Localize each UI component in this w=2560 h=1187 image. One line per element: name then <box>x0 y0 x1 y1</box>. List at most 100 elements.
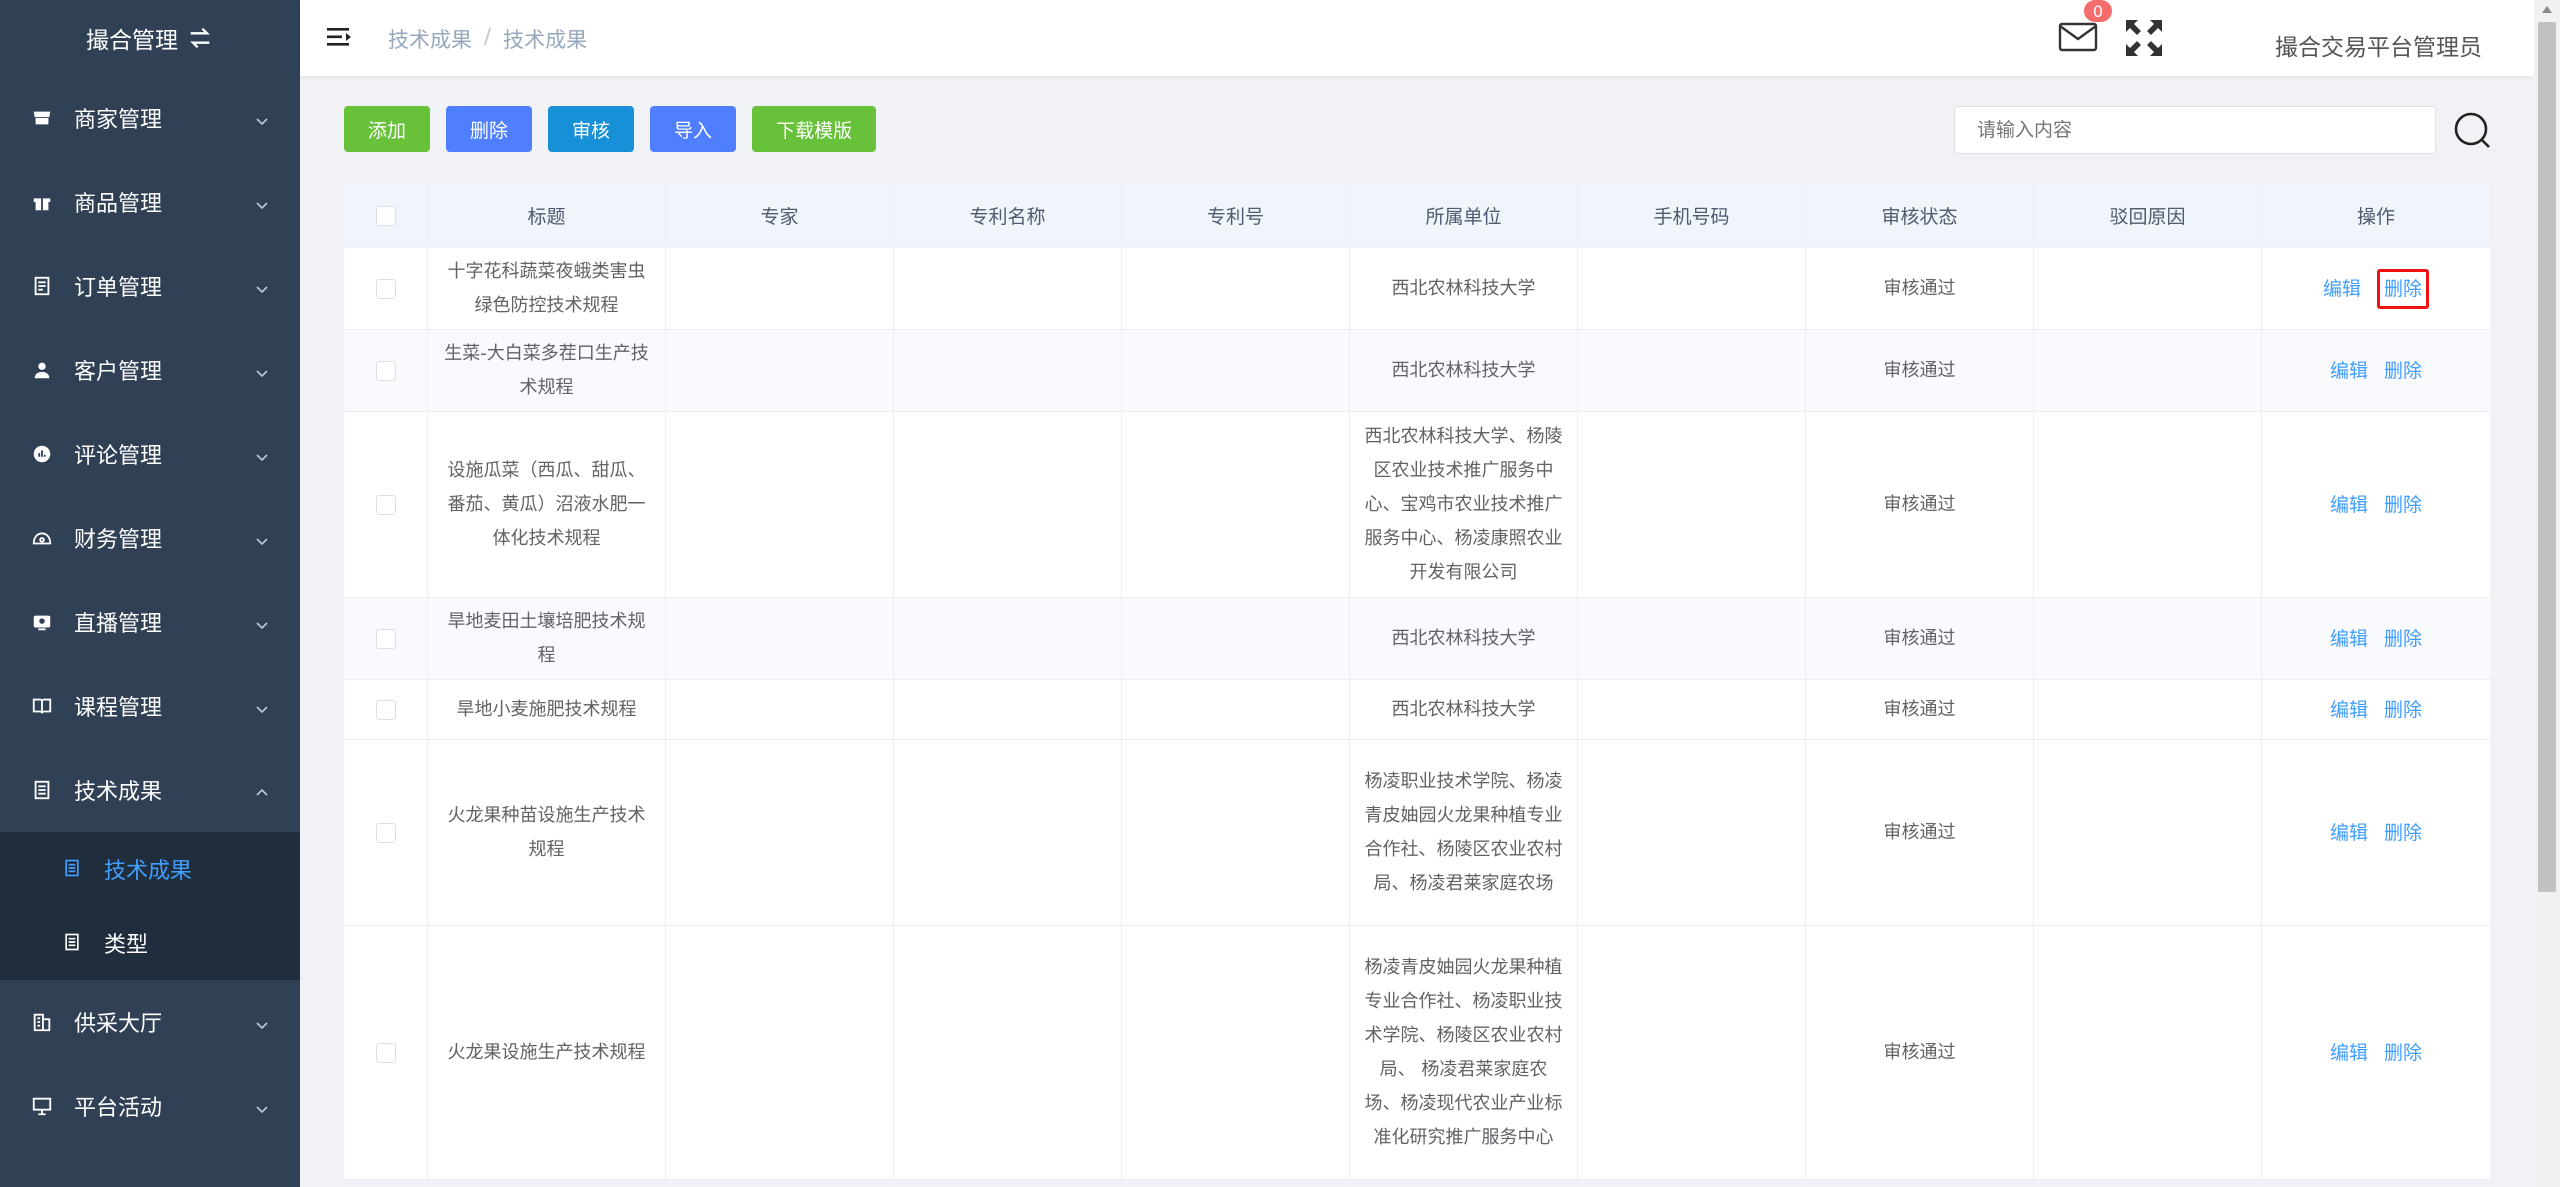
sidebar-item-comments[interactable]: 评论管理 <box>0 412 300 496</box>
cell-reason <box>2034 412 2262 597</box>
edit-link[interactable]: 编辑 <box>2330 816 2368 850</box>
cell-status: 审核通过 <box>1806 680 2034 739</box>
delete-link[interactable]: 删除 <box>2384 693 2422 727</box>
sidebar-subitem-tech-results[interactable]: 技术成果 <box>0 832 300 906</box>
sidebar-item-finance[interactable]: 财务管理 <box>0 496 300 580</box>
delete-link[interactable]: 删除 <box>2377 268 2430 309</box>
sidebar-item-label: 评论管理 <box>74 444 163 469</box>
fullscreen-icon[interactable] <box>2122 16 2166 60</box>
cell-title: 火龙果设施生产技术规程 <box>428 926 666 1179</box>
sidebar-item-goods[interactable]: 商品管理 <box>0 160 300 244</box>
sidebar-item-orders[interactable]: 订单管理 <box>0 244 300 328</box>
building-icon <box>30 1010 54 1034</box>
sidebar-item-activities[interactable]: 平台活动 <box>0 1064 300 1148</box>
cell-expert <box>666 740 894 925</box>
cell-phone <box>1578 248 1806 329</box>
add-button[interactable]: 添加 <box>344 106 431 152</box>
search-input[interactable] <box>1954 106 2436 154</box>
row-checkbox[interactable] <box>375 699 396 720</box>
row-checkbox[interactable] <box>375 822 396 843</box>
breadcrumb: 技术成果 / 技术成果 <box>388 24 587 54</box>
cell-patent-name <box>894 740 1122 925</box>
row-checkbox[interactable] <box>375 628 396 649</box>
delete-link[interactable]: 删除 <box>2384 622 2422 656</box>
batch-delete-button[interactable]: 删除 <box>446 106 533 152</box>
cell-patent-no <box>1122 680 1350 739</box>
sidebar-item-live[interactable]: 直播管理 <box>0 580 300 664</box>
edit-link[interactable]: 编辑 <box>2330 693 2368 727</box>
cell-reason <box>2034 248 2262 329</box>
delete-link[interactable]: 删除 <box>2384 354 2422 388</box>
cell-phone <box>1578 680 1806 739</box>
username[interactable]: 撮合交易平台管理员 <box>2275 28 2482 62</box>
sidebar-item-courses[interactable]: 课程管理 <box>0 664 300 748</box>
sidebar-item-customers[interactable]: 客户管理 <box>0 328 300 412</box>
avatar[interactable] <box>2212 8 2256 68</box>
edit-link[interactable]: 编辑 <box>2323 272 2361 306</box>
cell-phone <box>1578 330 1806 411</box>
edit-link[interactable]: 编辑 <box>2330 1036 2368 1070</box>
main-content: 添加 删除 审核 导入 下载模版 标题 专家 专利名称 专利号 所属单位 手机号… <box>300 76 2534 1187</box>
audit-button[interactable]: 审核 <box>548 106 635 152</box>
cell-title: 生菜-大白菜多茬口生产技术规程 <box>428 330 666 411</box>
hamburger-icon[interactable] <box>326 24 352 50</box>
table-row: 设施瓜菜（西瓜、甜瓜、番茄、黄瓜）沼液水肥一体化技术规程 西北农林科技大学、杨陵… <box>344 412 2490 598</box>
edit-link[interactable]: 编辑 <box>2330 488 2368 522</box>
table-row: 生菜-大白菜多茬口生产技术规程 西北农林科技大学 审核通过 编辑 删除 <box>344 330 2490 412</box>
cell-expert <box>666 248 894 329</box>
chevron-down-icon <box>254 278 270 294</box>
cell-unit: 西北农林科技大学 <box>1350 598 1578 679</box>
edit-link[interactable]: 编辑 <box>2330 354 2368 388</box>
row-checkbox[interactable] <box>375 1042 396 1063</box>
mail-icon[interactable] <box>2058 18 2100 54</box>
scroll-up-arrow-icon[interactable] <box>2542 6 2552 13</box>
cell-actions: 编辑 删除 <box>2262 330 2490 411</box>
breadcrumb-item[interactable]: 技术成果 <box>388 24 472 54</box>
column-header: 标题 <box>428 184 666 247</box>
cell-reason <box>2034 926 2262 1179</box>
column-header: 专利名称 <box>894 184 1122 247</box>
row-select-cell <box>344 248 428 329</box>
row-checkbox[interactable] <box>375 494 396 515</box>
sidebar-item-tech-results[interactable]: 技术成果 <box>0 748 300 832</box>
row-checkbox[interactable] <box>375 360 396 381</box>
delete-link[interactable]: 删除 <box>2384 1036 2422 1070</box>
search-icon[interactable] <box>2452 110 2492 150</box>
delete-link[interactable]: 删除 <box>2384 816 2422 850</box>
cell-phone <box>1578 598 1806 679</box>
switch-icon[interactable] <box>186 24 214 52</box>
select-all-checkbox[interactable] <box>375 205 396 226</box>
sidebar-item-procurement[interactable]: 供采大厅 <box>0 980 300 1064</box>
cell-actions: 编辑 删除 <box>2262 926 2490 1179</box>
top-navbar: 技术成果 / 技术成果 0 撮合交易平台管理员 <box>300 0 2534 76</box>
edit-link[interactable]: 编辑 <box>2330 622 2368 656</box>
document-icon <box>62 858 84 880</box>
mail-count-badge: 0 <box>2084 0 2112 22</box>
delete-link[interactable]: 删除 <box>2384 488 2422 522</box>
row-checkbox[interactable] <box>375 278 396 299</box>
cell-patent-no <box>1122 412 1350 597</box>
download-template-button[interactable]: 下载模版 <box>752 106 877 152</box>
sidebar-item-merchant[interactable]: 商家管理 <box>0 76 300 160</box>
sidebar-subitem-label: 类型 <box>104 933 149 958</box>
cell-actions: 编辑 删除 <box>2262 680 2490 739</box>
column-header: 专利号 <box>1122 184 1350 247</box>
page-scrollbar[interactable] <box>2534 0 2560 1187</box>
cell-status: 审核通过 <box>1806 740 2034 925</box>
table-header: 标题 专家 专利名称 专利号 所属单位 手机号码 审核状态 驳回原因 操作 <box>344 184 2490 248</box>
sidebar-item-label: 财务管理 <box>74 528 163 553</box>
cell-title: 旱地小麦施肥技术规程 <box>428 680 666 739</box>
row-select-cell <box>344 330 428 411</box>
cell-reason <box>2034 330 2262 411</box>
cell-patent-name <box>894 926 1122 1179</box>
chevron-down-icon <box>254 446 270 462</box>
comment-icon <box>30 442 54 466</box>
row-select-cell <box>344 598 428 679</box>
cell-phone <box>1578 926 1806 1179</box>
cell-expert <box>666 598 894 679</box>
import-button[interactable]: 导入 <box>650 106 737 152</box>
cell-actions: 编辑 删除 <box>2262 740 2490 925</box>
scrollbar-thumb[interactable] <box>2538 22 2556 892</box>
sidebar-subitem-type[interactable]: 类型 <box>0 906 300 980</box>
gift-icon <box>30 190 54 214</box>
